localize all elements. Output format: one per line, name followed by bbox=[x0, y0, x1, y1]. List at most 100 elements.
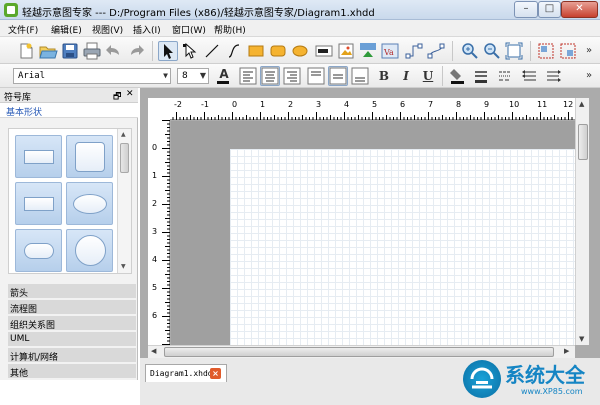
menu-file[interactable]: 文件(F) bbox=[8, 23, 38, 36]
toolbar-separator bbox=[452, 41, 453, 61]
text-box-icon[interactable] bbox=[314, 41, 334, 61]
ungroup-icon[interactable] bbox=[558, 41, 578, 61]
ruler-label: 3 bbox=[152, 227, 158, 236]
category-uml[interactable]: UML bbox=[8, 332, 136, 347]
fit-page-icon[interactable] bbox=[504, 41, 524, 61]
font-color-button[interactable]: A bbox=[214, 66, 234, 86]
category-basic-shapes[interactable]: 基本形状 bbox=[0, 103, 138, 118]
document-tab[interactable]: Diagram1.xhdd × bbox=[145, 364, 227, 382]
gallery-scrollbar[interactable]: ▲ ▼ bbox=[117, 129, 131, 273]
scroll-down-icon[interactable]: ▼ bbox=[121, 263, 126, 270]
new-file-icon[interactable] bbox=[16, 41, 36, 61]
align-right-icon[interactable] bbox=[282, 66, 302, 86]
equation-icon[interactable]: Va bbox=[380, 41, 400, 61]
symbol-library-panel: 符号库 🗗 ✕ 基本形状 ▲ ▼ 箭头 流程图 组织关系图 UML 计算机/网络… bbox=[0, 88, 138, 380]
bold-button[interactable]: B bbox=[374, 66, 394, 86]
tab-close-icon[interactable]: × bbox=[210, 368, 221, 379]
line-tool-icon[interactable] bbox=[202, 41, 222, 61]
underline-button[interactable]: U bbox=[418, 66, 438, 86]
font-size-value: 8 bbox=[182, 71, 188, 81]
align-center-icon[interactable] bbox=[260, 66, 280, 86]
scroll-down-icon[interactable]: ▼ bbox=[579, 335, 584, 343]
zoom-in-icon[interactable] bbox=[460, 41, 480, 61]
italic-button[interactable]: I bbox=[396, 66, 416, 86]
ruler-label: 0 bbox=[232, 100, 238, 109]
shape-circle[interactable] bbox=[66, 229, 113, 272]
maximize-button[interactable]: □ bbox=[538, 1, 561, 18]
panel-header: 符号库 🗗 ✕ bbox=[0, 88, 138, 103]
line-style-icon[interactable] bbox=[496, 66, 516, 86]
scroll-right-icon[interactable]: ▶ bbox=[564, 347, 569, 355]
vertical-scroll-thumb[interactable] bbox=[578, 124, 588, 160]
underline-label: U bbox=[422, 69, 434, 83]
line-weight-icon[interactable] bbox=[472, 66, 492, 86]
select-pointer-icon[interactable] bbox=[158, 41, 178, 61]
close-button[interactable]: ✕ bbox=[561, 1, 598, 18]
category-flowchart[interactable]: 流程图 bbox=[8, 300, 136, 315]
font-size-select[interactable]: 8 ▼ bbox=[177, 68, 209, 84]
category-computer-network[interactable]: 计算机/网络 bbox=[8, 348, 136, 363]
direct-select-icon[interactable] bbox=[180, 41, 200, 61]
undo-icon[interactable] bbox=[104, 41, 124, 61]
rounded-rect-tool-icon[interactable] bbox=[268, 41, 288, 61]
valign-top-icon[interactable] bbox=[306, 66, 326, 86]
arrow-start-icon[interactable] bbox=[520, 66, 540, 86]
ruler-label: -2 bbox=[174, 100, 182, 109]
shape-rounded-square[interactable] bbox=[66, 135, 113, 178]
font-family-select[interactable]: Arial ▼ bbox=[13, 68, 171, 84]
menu-insert[interactable]: 插入(I) bbox=[133, 23, 161, 36]
window-title: 轻越示意图专家 --- D:/Program Files (x86)/轻越示意图… bbox=[22, 8, 375, 19]
menu-help[interactable]: 帮助(H) bbox=[214, 23, 246, 36]
valign-middle-icon[interactable] bbox=[328, 66, 348, 86]
curve-tool-icon[interactable] bbox=[224, 41, 244, 61]
shape-rectangle[interactable] bbox=[15, 135, 62, 178]
print-icon[interactable] bbox=[82, 41, 102, 61]
toolbar-overflow-icon[interactable]: » bbox=[586, 45, 592, 56]
fill-color-icon[interactable] bbox=[448, 66, 468, 86]
category-label: 计算机/网络 bbox=[10, 353, 59, 363]
image-insert-icon[interactable] bbox=[336, 41, 356, 61]
group-icon[interactable] bbox=[536, 41, 556, 61]
scroll-left-icon[interactable]: ◀ bbox=[151, 347, 156, 355]
shape-wide-rectangle[interactable] bbox=[15, 182, 62, 225]
svg-insert-icon[interactable] bbox=[358, 41, 378, 61]
minimize-button[interactable]: – bbox=[514, 1, 538, 18]
svg-text:Va: Va bbox=[383, 48, 394, 57]
open-folder-icon[interactable] bbox=[38, 41, 58, 61]
watermark-brand: 系统大全 bbox=[505, 363, 585, 387]
canvas-vertical-scrollbar[interactable]: ▲ ▼ bbox=[575, 98, 589, 345]
panel-close-icon[interactable]: ✕ bbox=[126, 89, 134, 99]
redo-icon[interactable] bbox=[126, 41, 146, 61]
arrow-end-icon[interactable] bbox=[544, 66, 564, 86]
scroll-up-icon[interactable]: ▲ bbox=[579, 100, 584, 108]
valign-bottom-icon[interactable] bbox=[350, 66, 370, 86]
menu-edit[interactable]: 编辑(E) bbox=[51, 23, 82, 36]
rectangle-tool-icon[interactable] bbox=[246, 41, 266, 61]
category-org-chart[interactable]: 组织关系图 bbox=[8, 316, 136, 331]
format-toolbar: Arial ▼ 8 ▼ A B I U » bbox=[0, 64, 600, 88]
zoom-out-icon[interactable] bbox=[482, 41, 502, 61]
save-icon[interactable] bbox=[60, 41, 80, 61]
ruler-label: -1 bbox=[201, 100, 209, 109]
drawing-page[interactable] bbox=[230, 149, 575, 345]
shape-gallery: ▲ ▼ bbox=[8, 128, 132, 274]
shape-rounded-rectangle[interactable] bbox=[15, 229, 62, 272]
curved-connector-icon[interactable] bbox=[426, 41, 446, 61]
ruler-label: 9 bbox=[484, 100, 490, 109]
menu-bar: 文件(F) 编辑(E) 视图(V) 插入(I) 窗口(W) 帮助(H) bbox=[0, 20, 600, 37]
main-toolbar: Va » bbox=[0, 37, 600, 64]
align-left-icon[interactable] bbox=[238, 66, 258, 86]
shape-ellipse[interactable] bbox=[66, 182, 113, 225]
ellipse-tool-icon[interactable] bbox=[290, 41, 310, 61]
gallery-scroll-thumb[interactable] bbox=[120, 143, 129, 173]
ruler-label: 5 bbox=[372, 100, 378, 109]
menu-view[interactable]: 视图(V) bbox=[92, 23, 123, 36]
scroll-up-icon[interactable]: ▲ bbox=[121, 131, 126, 138]
connector-icon[interactable] bbox=[404, 41, 424, 61]
category-other[interactable]: 其他 bbox=[8, 364, 136, 379]
ruler-label: 1 bbox=[152, 171, 158, 180]
format-overflow-icon[interactable]: » bbox=[586, 70, 592, 81]
category-arrows[interactable]: 箭头 bbox=[8, 284, 136, 299]
ruler-label: 2 bbox=[152, 199, 158, 208]
menu-window[interactable]: 窗口(W) bbox=[172, 23, 206, 36]
